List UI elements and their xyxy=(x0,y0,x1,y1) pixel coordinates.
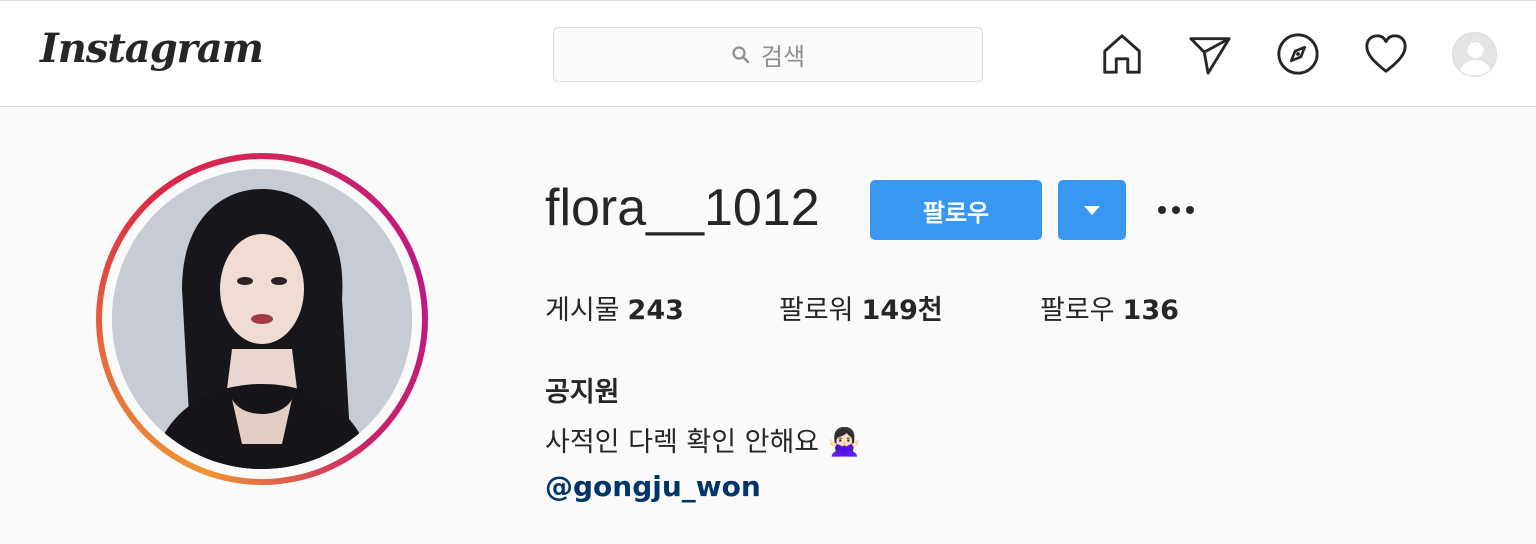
posts-value: 243 xyxy=(627,295,684,326)
profile-story-ring[interactable] xyxy=(96,153,428,485)
profile-ring-gap xyxy=(102,159,422,479)
explore-compass-icon[interactable] xyxy=(1274,30,1322,78)
profile-photo xyxy=(112,169,412,469)
instagram-logo[interactable]: Instagram xyxy=(40,25,264,72)
profile-full-name: 공지원 xyxy=(545,377,620,408)
following-count[interactable]: 팔로우 136 xyxy=(1040,288,1179,327)
search-icon xyxy=(732,45,750,63)
home-icon[interactable] xyxy=(1098,30,1146,78)
profile-username: flora__1012 xyxy=(545,179,820,237)
top-nav-bar: Instagram 검색 xyxy=(0,0,1536,107)
dot-icon xyxy=(1172,206,1180,214)
profile-avatar-icon[interactable] xyxy=(1452,32,1497,77)
profile-bio: 사적인 다렉 확인 안해요 🙅🏻‍♀️ xyxy=(545,427,862,458)
search-placeholder: 검색 xyxy=(760,43,806,71)
follow-button[interactable]: 팔로우 xyxy=(870,180,1042,240)
direct-message-icon[interactable] xyxy=(1186,30,1234,78)
dot-icon xyxy=(1158,206,1166,214)
suggestions-dropdown-button[interactable] xyxy=(1058,180,1126,240)
following-value: 136 xyxy=(1122,295,1179,326)
activity-heart-icon[interactable] xyxy=(1362,30,1410,78)
dot-icon xyxy=(1186,206,1194,214)
posts-count: 게시물 243 xyxy=(545,288,684,327)
more-options-button[interactable] xyxy=(1150,192,1202,228)
followers-label: 팔로워 xyxy=(779,295,854,326)
following-label: 팔로우 xyxy=(1040,295,1115,326)
caret-down-icon xyxy=(1084,205,1100,215)
profile-mention-link[interactable]: @gongju_won xyxy=(545,470,761,503)
followers-value: 149천 xyxy=(861,295,943,326)
posts-label: 게시물 xyxy=(545,295,620,326)
followers-count[interactable]: 팔로워 149천 xyxy=(779,288,943,327)
search-input[interactable]: 검색 xyxy=(553,27,983,82)
